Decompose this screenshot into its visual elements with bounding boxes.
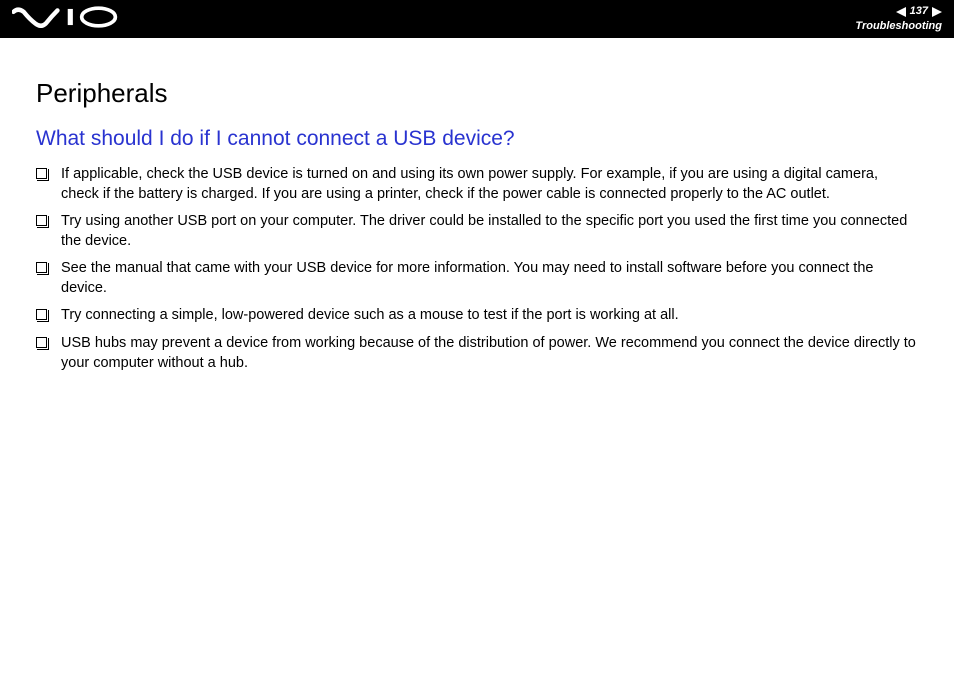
section-title: Peripherals — [36, 78, 918, 109]
bullet-text: See the manual that came with your USB d… — [61, 259, 918, 298]
bullet-icon — [36, 309, 47, 320]
list-item: USB hubs may prevent a device from worki… — [36, 334, 918, 373]
list-item: See the manual that came with your USB d… — [36, 259, 918, 298]
bullet-text: USB hubs may prevent a device from worki… — [61, 334, 918, 373]
list-item: Try using another USB port on your compu… — [36, 212, 918, 251]
bullet-text: Try connecting a simple, low-powered dev… — [61, 306, 918, 326]
bullet-icon — [36, 168, 47, 179]
list-item: If applicable, check the USB device is t… — [36, 165, 918, 204]
bullet-icon — [36, 262, 47, 273]
vaio-logo — [12, 6, 129, 33]
bullet-text: Try using another USB port on your compu… — [61, 212, 918, 251]
next-page-arrow-icon[interactable] — [932, 7, 942, 17]
page-navigation: 137 — [896, 5, 942, 18]
page-number: 137 — [908, 5, 930, 18]
question-title: What should I do if I cannot connect a U… — [36, 127, 918, 151]
bullet-list: If applicable, check the USB device is t… — [36, 165, 918, 373]
bullet-icon — [36, 215, 47, 226]
bullet-text: If applicable, check the USB device is t… — [61, 165, 918, 204]
list-item: Try connecting a simple, low-powered dev… — [36, 306, 918, 326]
header-bar: 137 Troubleshooting — [0, 0, 954, 38]
section-label: Troubleshooting — [855, 20, 942, 33]
bullet-icon — [36, 337, 47, 348]
prev-page-arrow-icon[interactable] — [896, 7, 906, 17]
page-content: Peripherals What should I do if I cannot… — [0, 38, 954, 373]
header-right: 137 Troubleshooting — [855, 5, 942, 32]
